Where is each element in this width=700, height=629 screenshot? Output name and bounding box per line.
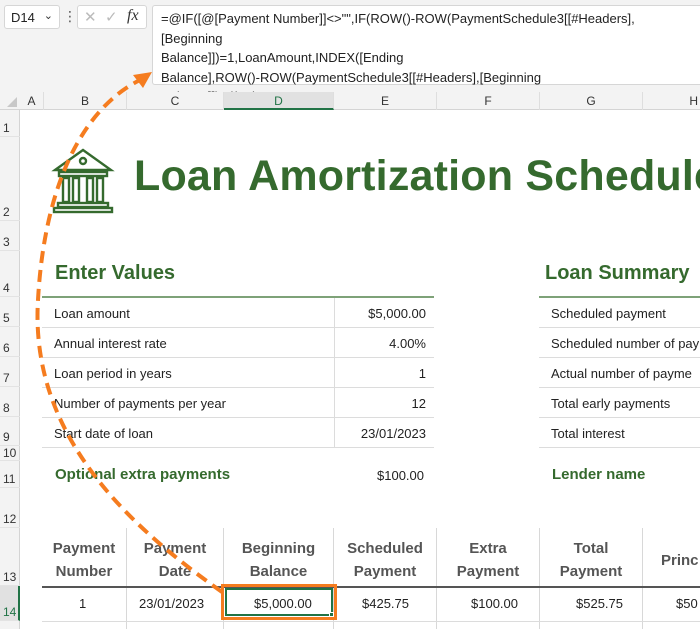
cell-total-payment[interactable]: $525.75 — [576, 596, 623, 611]
row-header-14[interactable]: 14 — [0, 586, 20, 621]
field-label: Loan period in years — [54, 366, 172, 381]
header-rule — [42, 586, 700, 588]
row-headers: 1 2 3 4 5 6 7 8 9 10 11 12 13 14 — [0, 110, 20, 629]
divider — [334, 298, 335, 328]
cell-principal[interactable]: $50 — [676, 596, 698, 611]
header-payment-number[interactable]: Payment Number — [42, 525, 126, 585]
column-header-e[interactable]: E — [334, 92, 437, 110]
active-cell-border — [225, 588, 334, 617]
chevron-down-icon[interactable]: ⌄ — [44, 9, 53, 22]
summary-row[interactable]: Scheduled payment — [539, 298, 700, 328]
column-header-c[interactable]: C — [127, 92, 224, 110]
summary-row[interactable]: Total early payments — [539, 388, 700, 418]
row-header-3[interactable]: 3 — [0, 221, 20, 251]
loan-amount-value[interactable]: $5,000.00 — [368, 306, 426, 321]
column-headers: A B C D E F G H — [0, 92, 700, 110]
field-label: Total early payments — [551, 396, 671, 411]
header-extra-payment[interactable]: Extra Payment — [437, 525, 539, 585]
field-label: Annual interest rate — [54, 336, 167, 351]
field-label: Actual number of payme — [551, 366, 692, 381]
column-header-h[interactable]: H — [643, 92, 700, 110]
col-divider — [642, 528, 643, 629]
select-all-button[interactable] — [0, 92, 20, 110]
column-header-g[interactable]: G — [540, 92, 643, 110]
header-principal[interactable]: Princ — [661, 525, 700, 585]
divider — [334, 328, 335, 358]
row-header-2[interactable]: 2 — [0, 137, 20, 221]
start-date-value[interactable]: 23/01/2023 — [361, 426, 426, 441]
loan-summary-heading: Loan Summary — [545, 262, 690, 284]
name-box-value: D14 — [11, 10, 35, 25]
field-label: Start date of loan — [54, 426, 154, 441]
interest-rate-row[interactable]: Annual interest rate 4.00% — [42, 328, 434, 358]
field-label: Total interest — [551, 426, 625, 441]
formula-input[interactable]: =@IF([@[Payment Number]]<>"",IF(ROW()-RO… — [152, 5, 700, 104]
summary-row[interactable]: Actual number of payme — [539, 358, 700, 388]
header-scheduled-payment[interactable]: Scheduled Payment — [334, 525, 436, 585]
lender-name-label: Lender name — [552, 466, 646, 483]
enter-check-icon[interactable]: ✓ — [105, 8, 118, 26]
payments-per-year-value[interactable]: 12 — [412, 396, 426, 411]
name-box[interactable]: D14 ⌄ — [4, 5, 60, 29]
cell-scheduled-payment[interactable]: $425.75 — [362, 596, 409, 611]
loan-period-row[interactable]: Loan period in years 1 — [42, 358, 434, 388]
payments-per-year-row[interactable]: Number of payments per year 12 — [42, 388, 434, 418]
column-header-b[interactable]: B — [44, 92, 127, 110]
divider — [334, 358, 335, 388]
interest-rate-value[interactable]: 4.00% — [389, 336, 426, 351]
optional-extra-label: Optional extra payments — [55, 466, 231, 483]
header-total-payment[interactable]: Total Payment — [540, 525, 642, 585]
row-header-13[interactable]: 13 — [0, 528, 20, 586]
row-divider — [42, 621, 700, 622]
formula-bar-area: D14 ⌄ ⋮ ✕ ✓ fx =@IF([@[Payment Number]]<… — [0, 0, 700, 104]
row-header-8[interactable]: 8 — [0, 387, 20, 417]
row-header-9[interactable]: 9 — [0, 417, 20, 446]
more-options-icon[interactable]: ⋮ — [63, 6, 77, 26]
field-label: Scheduled number of pay — [551, 336, 700, 351]
cancel-icon[interactable]: ✕ — [84, 8, 97, 26]
row-header-5[interactable]: 5 — [0, 297, 20, 327]
cell-payment-date[interactable]: 23/01/2023 — [139, 596, 204, 611]
header-beginning-balance[interactable]: Beginning Balance — [224, 525, 333, 585]
cell-payment-number[interactable]: 1 — [79, 596, 86, 611]
summary-row[interactable]: Scheduled number of pay — [539, 328, 700, 358]
field-label: Scheduled payment — [551, 306, 666, 321]
insert-function-icon[interactable]: fx — [127, 7, 139, 25]
row-header-12[interactable]: 12 — [0, 488, 20, 528]
header-payment-date[interactable]: Payment Date — [127, 525, 223, 585]
field-label: Number of payments per year — [54, 396, 226, 411]
row-header-6[interactable]: 6 — [0, 327, 20, 357]
summary-row[interactable]: Total interest — [539, 418, 700, 448]
row-header-7[interactable]: 7 — [0, 357, 20, 387]
row-header-4[interactable]: 4 — [0, 251, 20, 297]
row-header-10[interactable]: 10 — [0, 446, 20, 461]
optional-extra-value[interactable]: $100.00 — [377, 468, 424, 483]
bank-building-icon — [51, 148, 115, 214]
divider — [334, 418, 335, 448]
fill-handle[interactable] — [329, 612, 334, 617]
cell-extra-payment[interactable]: $100.00 — [471, 596, 518, 611]
worksheet-grid[interactable]: Loan Amortization Schedule Enter Values … — [21, 110, 700, 629]
start-date-row[interactable]: Start date of loan 23/01/2023 — [42, 418, 434, 448]
column-header-d[interactable]: D — [224, 92, 334, 110]
enter-values-heading: Enter Values — [55, 262, 176, 284]
column-header-f[interactable]: F — [437, 92, 540, 110]
field-label: Loan amount — [54, 306, 130, 321]
loan-amount-row[interactable]: Loan amount $5,000.00 — [42, 298, 434, 328]
formula-buttons: ✕ ✓ fx — [77, 5, 147, 29]
divider — [334, 388, 335, 418]
selected-cell-d14[interactable] — [221, 584, 337, 620]
column-header-a[interactable]: A — [20, 92, 44, 110]
loan-period-value[interactable]: 1 — [419, 366, 426, 381]
page-title: Loan Amortization Schedule — [134, 152, 700, 200]
row-header-1[interactable]: 1 — [0, 110, 20, 137]
row-header-11[interactable]: 11 — [0, 461, 20, 488]
